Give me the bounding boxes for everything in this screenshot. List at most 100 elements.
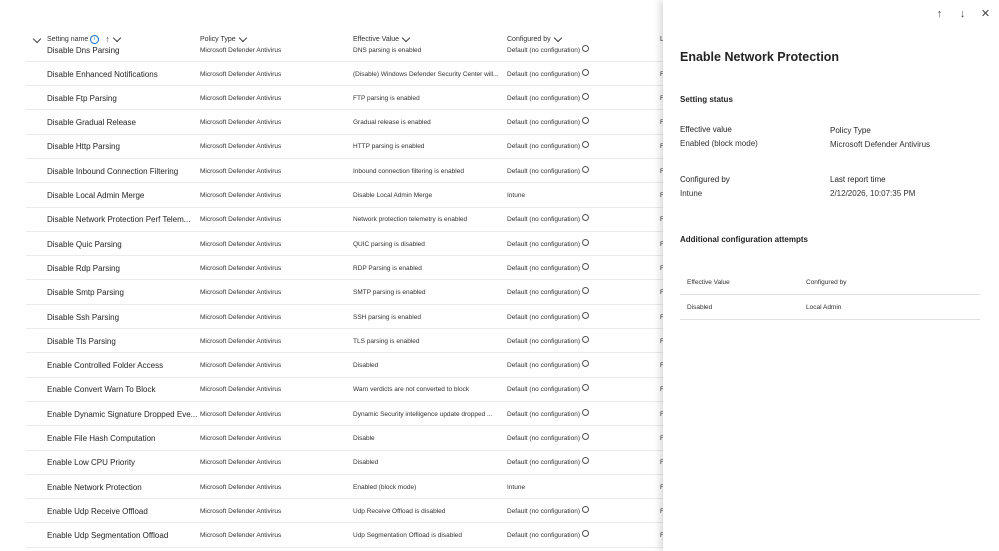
- setting-name-cell[interactable]: Disable Ftp Parsing: [47, 86, 197, 110]
- configured-by-cell: Default (no configuration): [507, 135, 657, 159]
- configured-by-cell: Default (no configuration): [507, 524, 657, 548]
- attempts-header-configured[interactable]: Configured by: [806, 270, 846, 294]
- table-row[interactable]: Disable Gradual Release Microsoft Defende…: [26, 111, 663, 135]
- effective-value-cell: FTP parsing is enabled: [353, 94, 420, 102]
- configured-by-cell: Default (no configuration): [507, 354, 657, 378]
- attempts-header-effective[interactable]: Effective Value: [687, 270, 730, 294]
- setting-name-cell[interactable]: Enable Low CPU Priority: [47, 451, 197, 475]
- table-row[interactable]: Disable Smtp Parsing Microsoft Defender A…: [26, 281, 663, 305]
- setting-name-cell[interactable]: Disable Network Protection Perf Telem...: [47, 208, 197, 232]
- effective-value-cell: QUIC parsing is disabled: [353, 240, 425, 248]
- configured-by-cell: Default (no configuration): [507, 232, 657, 256]
- policy-type-cell: Microsoft Defender Antivirus: [200, 216, 282, 224]
- info-icon[interactable]: [582, 117, 589, 125]
- arrow-up-icon[interactable]: ↑: [932, 6, 947, 21]
- last-report-value: 2/12/2026, 10:07:35 PM: [830, 189, 916, 198]
- effective-value-cell: Udp Segmentation Offload is disabled: [353, 532, 463, 540]
- setting-name-cell[interactable]: Enable Dynamic Signature Dropped Eve...: [47, 402, 197, 426]
- configured-by-cell: Default (no configuration): [507, 208, 657, 232]
- setting-name-cell[interactable]: Enable Udp Receive Offload: [47, 499, 197, 523]
- info-icon[interactable]: [582, 44, 589, 52]
- setting-name-cell[interactable]: Enable Controlled Folder Access: [47, 354, 197, 378]
- effective-value-cell: Enabled (block mode): [353, 483, 417, 491]
- configured-by-cell: Default (no configuration): [507, 499, 657, 523]
- additional-attempts-heading: Additional configuration attempts: [680, 235, 808, 244]
- table-row[interactable]: Enable File Hash Computation Microsoft De…: [26, 427, 663, 451]
- policy-type-cell: Microsoft Defender Antivirus: [200, 507, 282, 515]
- table-row[interactable]: Disable Enhanced Notifications Microsoft …: [26, 62, 663, 86]
- table-row[interactable]: Disable Inbound Connection Filtering Micr…: [26, 159, 663, 184]
- configured-by-cell: Default (no configuration): [507, 159, 657, 183]
- configured-by-label: Configured by: [680, 175, 730, 184]
- configured-by-cell: Intune: [507, 483, 526, 491]
- setting-name-cell[interactable]: Disable Dns Parsing: [47, 38, 197, 62]
- setting-name-cell[interactable]: Disable Tls Parsing: [47, 329, 197, 353]
- info-icon[interactable]: [582, 384, 589, 392]
- table-row[interactable]: Enable Controlled Folder Access Microsoft…: [26, 354, 663, 378]
- setting-name-cell[interactable]: Enable File Hash Computation: [47, 427, 197, 451]
- table-row[interactable]: Enable Udp Segmentation Offload Microsoft…: [26, 524, 663, 548]
- effective-value-cell: Warn verdicts are not converted to block: [353, 386, 470, 394]
- info-icon[interactable]: [582, 141, 589, 149]
- info-icon[interactable]: [582, 214, 589, 222]
- configured-by-cell: Default (no configuration): [507, 305, 657, 329]
- configured-by-cell: Default (no configuration): [507, 281, 657, 305]
- setting-name-cell[interactable]: Disable Http Parsing: [47, 135, 197, 159]
- policy-type-cell: Microsoft Defender Antivirus: [200, 532, 282, 540]
- attempts-table: Effective Value Configured by Disabled Lo…: [680, 270, 980, 320]
- setting-name-cell[interactable]: Disable Local Admin Merge: [47, 184, 197, 208]
- attempts-row: Disabled Local Admin: [680, 295, 980, 320]
- info-icon[interactable]: [582, 335, 589, 343]
- policy-type-cell: Microsoft Defender Antivirus: [200, 70, 282, 78]
- info-icon[interactable]: [582, 92, 589, 100]
- details-panel: ↑ ↓ ✕ Enable Network Protection Setting …: [663, 0, 999, 551]
- table-row[interactable]: Disable Quic Parsing Microsoft Defender A…: [26, 232, 663, 257]
- info-icon[interactable]: [582, 530, 589, 538]
- setting-name-cell[interactable]: Disable Gradual Release: [47, 111, 197, 135]
- configured-by-value: Intune: [680, 189, 703, 198]
- table-row[interactable]: Enable Dynamic Signature Dropped Eve... M…: [26, 402, 663, 427]
- setting-name-cell[interactable]: Enable Network Protection: [47, 475, 197, 499]
- panel-toolbar: ↑ ↓ ✕: [932, 6, 993, 21]
- table-row[interactable]: Disable Rdp Parsing Microsoft Defender An…: [26, 256, 663, 281]
- info-icon[interactable]: [582, 457, 589, 465]
- table-row[interactable]: Disable Local Admin Merge Microsoft Defen…: [26, 184, 663, 208]
- close-icon[interactable]: ✕: [978, 6, 993, 21]
- info-icon[interactable]: [582, 68, 589, 76]
- table-row[interactable]: Disable Ssh Parsing Microsoft Defender An…: [26, 305, 663, 329]
- setting-name-cell[interactable]: Disable Quic Parsing: [47, 232, 197, 256]
- table-row[interactable]: Disable Dns Parsing Microsoft Defender A…: [26, 38, 663, 62]
- setting-name-cell[interactable]: Enable Udp Segmentation Offload: [47, 524, 197, 548]
- info-icon[interactable]: [582, 505, 589, 513]
- info-icon[interactable]: [582, 287, 589, 295]
- policy-type-cell: Microsoft Defender Antivirus: [200, 386, 282, 394]
- info-icon[interactable]: [582, 311, 589, 319]
- configured-by-cell: Default (no configuration): [507, 111, 657, 135]
- setting-name-cell[interactable]: Disable Inbound Connection Filtering: [47, 159, 197, 183]
- table-row[interactable]: Disable Ftp Parsing Microsoft Defender An…: [26, 86, 663, 111]
- info-icon[interactable]: [582, 165, 589, 173]
- table-row[interactable]: Enable Network Protection Microsoft Defen…: [26, 475, 663, 500]
- info-icon[interactable]: [582, 238, 589, 246]
- effective-value-cell: RDP Parsing is enabled: [353, 264, 422, 272]
- setting-name-cell[interactable]: Disable Smtp Parsing: [47, 281, 197, 305]
- table-row[interactable]: Enable Convert Warn To Block Microsoft De…: [26, 378, 663, 402]
- arrow-down-icon[interactable]: ↓: [955, 6, 970, 21]
- table-row[interactable]: Disable Tls Parsing Microsoft Defender An…: [26, 329, 663, 354]
- setting-status-heading: Setting status: [680, 95, 733, 104]
- table-row[interactable]: Disable Http Parsing Microsoft Defender A…: [26, 135, 663, 159]
- setting-name-cell[interactable]: Disable Enhanced Notifications: [47, 62, 197, 86]
- table-row[interactable]: Enable Low CPU Priority Microsoft Defende…: [26, 451, 663, 475]
- info-icon[interactable]: [582, 262, 589, 270]
- effective-value: Enabled (block mode): [680, 139, 758, 148]
- setting-name-cell[interactable]: Enable Convert Warn To Block: [47, 378, 197, 402]
- setting-name-cell[interactable]: Disable Ssh Parsing: [47, 305, 197, 329]
- info-icon[interactable]: [582, 433, 589, 440]
- effective-value-cell: DNS parsing is enabled: [353, 46, 422, 54]
- info-icon[interactable]: [582, 360, 589, 368]
- info-icon[interactable]: [582, 408, 589, 416]
- table-row[interactable]: Disable Network Protection Perf Telem...…: [26, 208, 663, 232]
- policy-type-value: Microsoft Defender Antivirus: [830, 140, 931, 149]
- table-row[interactable]: Enable Udp Receive Offload Microsoft Defe…: [26, 499, 663, 524]
- setting-name-cell[interactable]: Disable Rdp Parsing: [47, 256, 197, 280]
